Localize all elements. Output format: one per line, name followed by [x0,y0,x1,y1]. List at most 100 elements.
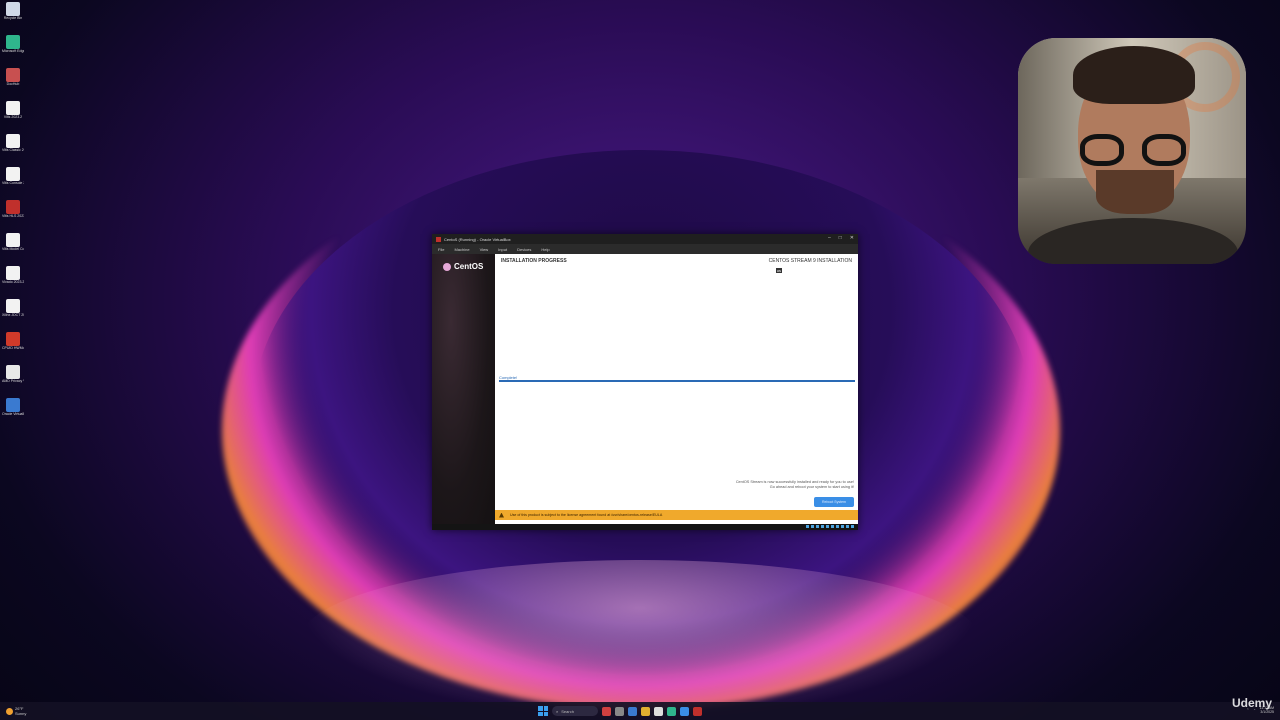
minimize-button[interactable]: – [828,235,831,241]
network-icon[interactable] [821,525,824,528]
xilinx-icon [6,134,20,148]
desktop-icons: Recycle Bin Microsoft Edge DocHub Vitis 202… [2,2,24,431]
desktop-icon-label: Recycle Bin [3,16,23,20]
notepad-icon[interactable] [654,706,663,716]
file-explorer-icon[interactable] [641,706,650,716]
desktop-icon[interactable]: Recycle Bin [2,2,24,33]
edge-taskbar-icon[interactable] [628,706,637,716]
host-key-icon[interactable] [851,525,854,528]
desktop-icon[interactable]: Oracle VirtualBox [2,398,24,429]
window-title: CentoS (Running) - Oracle VirtualBox [444,236,511,242]
desktop-icon[interactable]: AMD Privacy View [2,365,24,396]
maximize-button[interactable]: □ [839,235,842,241]
usb-icon[interactable] [826,525,829,528]
desktop-icon-label: Vitis Console 2023.2 [2,181,24,185]
desktop-icon-label: Vitis HLS 2023.2 [2,214,24,218]
eula-text: Use of this product is subject to the li… [510,513,663,517]
cpu-icon[interactable] [846,525,849,528]
webcam-person-hair [1073,46,1195,104]
desktop-icon-label: Vitis Classic 2023.2 [2,148,24,152]
webcam-overlay [1018,38,1246,264]
close-button[interactable]: ✕ [850,235,854,241]
xilinx-icon [6,101,20,115]
desktop-icon-label: Xilinx JDCT 2023.2 [2,313,24,317]
completion-message: CentOS Stream is now successfully instal… [654,480,854,490]
menu-input[interactable]: Input [498,247,507,252]
installer-main: INSTALLATION PROGRESS CENTOS STREAM 9 IN… [495,254,858,524]
desktop-icon[interactable]: DocHub [2,68,24,99]
xilinx-icon [6,233,20,247]
virtualbox-window[interactable]: CentoS (Running) - Oracle VirtualBox – □… [432,234,858,530]
start-button[interactable] [538,706,548,716]
weather-sun-icon [6,707,13,715]
shared-folder-icon[interactable] [831,525,834,528]
hdd-icon[interactable] [806,525,809,528]
desktop-icon-label: Microsoft Edge [2,49,24,53]
menu-help[interactable]: Help [541,247,549,252]
keyboard-layout-indicator[interactable]: us [775,268,782,273]
desktop-icon-label: Vitis 2023.2 [3,115,23,119]
virtualbox-icon [6,398,20,412]
desktop-icon-label: Vivado 2023.2 [2,280,24,284]
desktop-icon[interactable]: Vitis HLS 2023.2 [2,200,24,231]
desktop-icon-label: CPUID HWMonitor [2,346,24,350]
progress-bar [499,380,855,382]
menu-devices[interactable]: Devices [517,247,531,252]
xilinx-icon [6,167,20,181]
product-title: CENTOS STREAM 9 INSTALLATION [768,258,852,264]
amd-icon [6,365,20,379]
weather-widget[interactable]: 26°F Sunny [6,706,26,716]
recording-icon[interactable] [841,525,844,528]
recycle-bin-icon [6,2,20,16]
display-icon[interactable] [836,525,839,528]
menu-bar: File Machine View Input Devices Help [432,244,858,254]
installer-sidebar: CentOS [432,254,495,524]
copilot-icon[interactable] [602,706,611,716]
desktop-icon[interactable]: Vitis 2023.2 [2,101,24,132]
audio-icon[interactable] [816,525,819,528]
hwmonitor-icon [6,332,20,346]
centos-logo-icon [443,262,451,271]
vm-status-bar [432,524,858,530]
weather-desc: Sunny [15,711,27,716]
edge-icon [6,35,20,49]
wallpaper-glow [300,560,980,720]
progress-bar-fill [499,380,855,382]
window-titlebar[interactable]: CentoS (Running) - Oracle VirtualBox – □… [432,234,858,244]
centos-logo: CentOS [443,262,483,271]
desktop-icon[interactable]: Xilinx JDCT 2023.2 [2,299,24,330]
desktop-icon-label: Oracle VirtualBox [2,412,24,416]
glasses-icon [1080,134,1188,166]
desktop-icon[interactable]: Vitis Console 2023.2 [2,167,24,198]
app-icon [6,200,20,214]
virtualbox-taskbar-icon[interactable] [693,706,702,716]
clock-date: 3/1/2025 [1260,710,1274,714]
xilinx-icon [6,299,20,313]
guest-screen[interactable]: CentOS INSTALLATION PROGRESS CENTOS STRE… [432,254,858,530]
browser-icon[interactable] [667,706,676,716]
menu-machine[interactable]: Machine [454,247,469,252]
taskbar: 26°F Sunny ⌕ Search ⌃ ◔ 11:17 AM 3/1/202… [0,702,1280,720]
xilinx-icon [6,266,20,280]
completion-line-2: Go ahead and reboot your system to start… [769,485,854,489]
warning-icon [499,512,504,518]
desktop-icon[interactable]: Microsoft Edge [2,35,24,66]
desktop-icon[interactable]: Vitis Model Composer [2,233,24,264]
desktop-icon-label: DocHub [6,82,20,86]
desktop-icon[interactable]: CPUID HWMonitor [2,332,24,363]
store-icon[interactable] [680,706,689,716]
menu-view[interactable]: View [480,247,489,252]
webcam-person-body [1028,218,1238,264]
desktop-icon[interactable]: Vitis Classic 2023.2 [2,134,24,165]
section-title: INSTALLATION PROGRESS [501,258,567,264]
optical-drive-icon[interactable] [811,525,814,528]
taskbar-apps: ⌕ Search [538,706,702,716]
webcam-person-beard [1096,170,1174,214]
virtualbox-icon [436,236,441,242]
menu-file[interactable]: File [438,247,444,252]
desktop-icon[interactable]: Vivado 2023.2 [2,266,24,297]
task-view-icon[interactable] [615,706,624,716]
app-icon [6,68,20,82]
vm-status-icons [806,525,854,528]
taskbar-search[interactable]: ⌕ Search [552,706,598,716]
